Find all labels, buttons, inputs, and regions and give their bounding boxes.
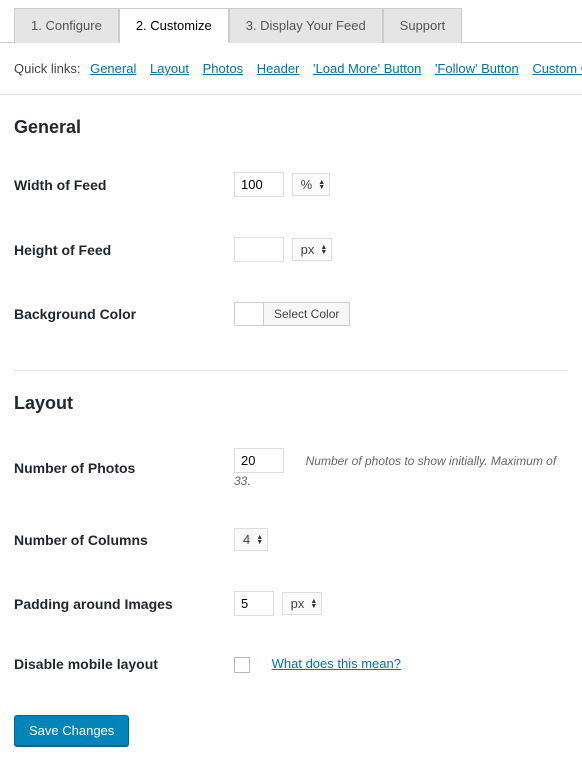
- general-form: Width of Feed % ▲▼ Height of Feed px ▲▼ …: [14, 152, 568, 346]
- number-of-columns-value: 4: [243, 532, 250, 547]
- disable-mobile-layout-checkbox[interactable]: [234, 657, 250, 673]
- quick-links-label: Quick links:: [14, 61, 80, 76]
- what-does-this-mean-link[interactable]: What does this mean?: [272, 656, 401, 671]
- label-number-of-photos: Number of Photos: [14, 428, 234, 508]
- layout-form: Number of Photos Number of photos to sho…: [14, 428, 568, 693]
- quicklink-load-more[interactable]: 'Load More' Button: [313, 61, 421, 76]
- height-unit-value: px: [301, 242, 315, 257]
- select-color-button[interactable]: Select Color: [264, 302, 350, 326]
- label-disable-mobile-layout: Disable mobile layout: [14, 636, 234, 693]
- chevron-updown-icon: ▲▼: [310, 599, 317, 609]
- label-background-color: Background Color: [14, 282, 234, 346]
- height-unit-select[interactable]: px ▲▼: [292, 238, 333, 261]
- section-heading-layout: Layout: [14, 393, 568, 414]
- tab-support[interactable]: Support: [383, 8, 463, 43]
- label-number-of-columns: Number of Columns: [14, 508, 234, 571]
- label-padding-around-images: Padding around Images: [14, 571, 234, 636]
- width-of-feed-input[interactable]: [234, 172, 284, 197]
- section-heading-general: General: [14, 117, 568, 138]
- padding-unit-value: px: [291, 596, 305, 611]
- padding-around-images-input[interactable]: [234, 591, 274, 616]
- quick-links-bar: Quick links: General Layout Photos Heade…: [0, 43, 582, 95]
- section-divider: [14, 370, 568, 371]
- width-unit-value: %: [301, 177, 313, 192]
- save-changes-button[interactable]: Save Changes: [14, 715, 129, 746]
- quicklink-custom[interactable]: Custom C: [532, 61, 582, 76]
- width-unit-select[interactable]: % ▲▼: [292, 173, 331, 196]
- settings-tabs: 1. Configure 2. Customize 3. Display You…: [0, 0, 582, 43]
- quicklink-header[interactable]: Header: [257, 61, 300, 76]
- label-width-of-feed: Width of Feed: [14, 152, 234, 217]
- tab-customize[interactable]: 2. Customize: [119, 8, 229, 43]
- color-swatch[interactable]: [234, 302, 264, 326]
- chevron-updown-icon: ▲▼: [256, 535, 263, 545]
- quicklink-layout[interactable]: Layout: [150, 61, 189, 76]
- chevron-updown-icon: ▲▼: [320, 245, 327, 255]
- height-of-feed-input[interactable]: [234, 237, 284, 262]
- quicklink-follow[interactable]: 'Follow' Button: [435, 61, 519, 76]
- quicklink-general[interactable]: General: [90, 61, 136, 76]
- number-of-columns-select[interactable]: 4 ▲▼: [234, 528, 268, 551]
- label-height-of-feed: Height of Feed: [14, 217, 234, 282]
- tab-configure[interactable]: 1. Configure: [14, 8, 119, 43]
- chevron-updown-icon: ▲▼: [318, 180, 325, 190]
- quicklink-photos[interactable]: Photos: [203, 61, 243, 76]
- padding-unit-select[interactable]: px ▲▼: [282, 592, 323, 615]
- tab-display-feed[interactable]: 3. Display Your Feed: [229, 8, 383, 43]
- number-of-photos-input[interactable]: [234, 448, 284, 473]
